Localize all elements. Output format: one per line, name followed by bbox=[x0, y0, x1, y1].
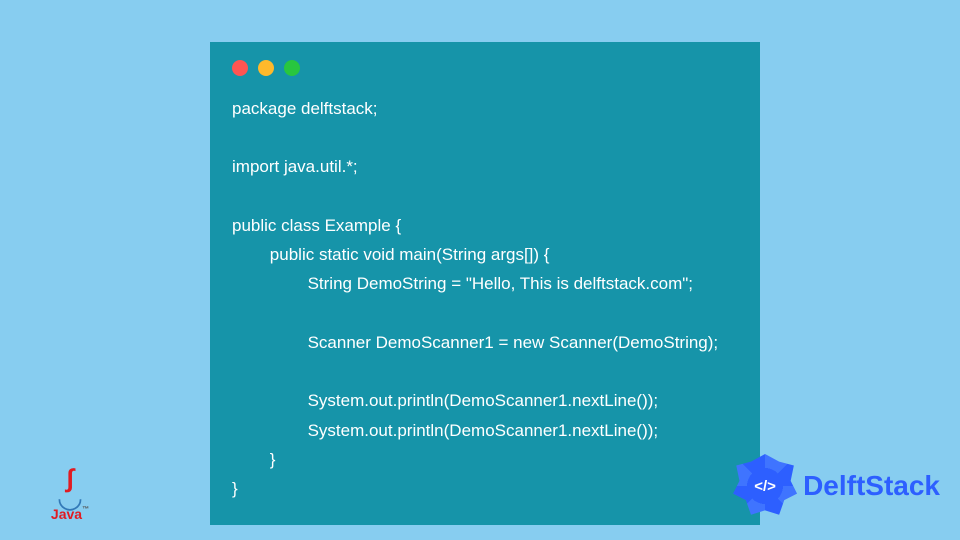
window-traffic-lights bbox=[232, 60, 738, 76]
delftstack-logo: </> DelftStack bbox=[733, 454, 940, 518]
java-logo: ∫ ◡ Java™ bbox=[45, 471, 95, 522]
code-block: package delftstack; import java.util.*; … bbox=[232, 94, 738, 503]
delftstack-badge-icon: </> bbox=[733, 454, 797, 518]
delftstack-logo-label: DelftStack bbox=[803, 470, 940, 502]
java-cup-icon: ◡ bbox=[45, 487, 95, 508]
java-logo-label: Java™ bbox=[45, 506, 95, 522]
minimize-icon bbox=[258, 60, 274, 76]
maximize-icon bbox=[284, 60, 300, 76]
code-window: package delftstack; import java.util.*; … bbox=[210, 42, 760, 525]
close-icon bbox=[232, 60, 248, 76]
